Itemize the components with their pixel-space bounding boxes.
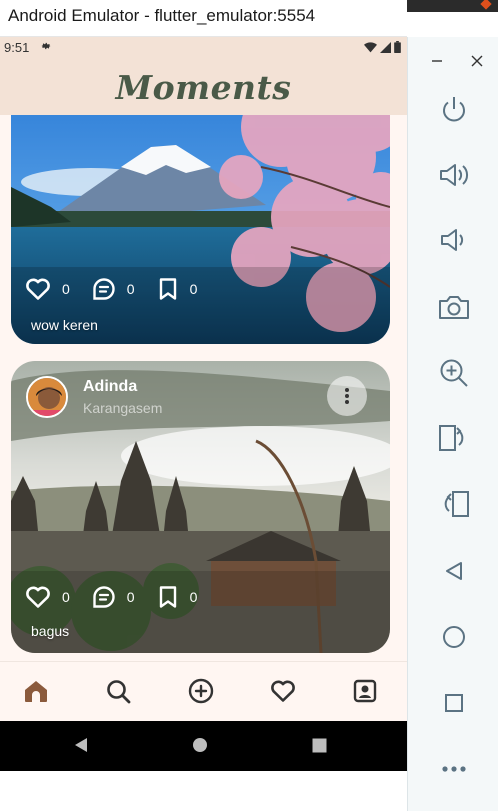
- plus-circle-icon: [188, 678, 214, 704]
- home-button[interactable]: [437, 620, 471, 654]
- emulator-toolbar: [407, 37, 498, 811]
- rotate-left-button[interactable]: [437, 421, 471, 455]
- comment-icon: [93, 586, 115, 608]
- rotate-left-icon: [439, 425, 464, 451]
- volume-up-button[interactable]: [437, 158, 471, 192]
- emulator-title: Android Emulator - flutter_emulator:5554: [8, 6, 316, 25]
- emulator-window: Android Emulator - flutter_emulator:5554…: [0, 0, 407, 771]
- minimize-icon: [432, 60, 442, 62]
- like-button[interactable]: 0: [25, 277, 70, 301]
- post-card[interactable]: 0 0 0 wow keren: [11, 115, 390, 344]
- power-button[interactable]: [437, 92, 471, 126]
- post-caption: wow keren: [31, 317, 98, 333]
- gear-icon: [40, 40, 52, 55]
- background-window-strip: [407, 0, 498, 12]
- home-circle-icon: [443, 626, 465, 648]
- volume-down-button[interactable]: [437, 223, 471, 257]
- app-title: Moments: [115, 67, 292, 107]
- heart-icon: [271, 680, 295, 702]
- more-button[interactable]: [437, 752, 471, 786]
- post-username[interactable]: Adinda: [83, 378, 137, 396]
- zoom-in-icon: [440, 359, 468, 387]
- screenshot-button[interactable]: [437, 290, 471, 324]
- app-header: Moments: [0, 59, 407, 115]
- back-button[interactable]: [437, 554, 471, 588]
- more-icon: [442, 766, 466, 772]
- search-icon: [106, 679, 130, 703]
- more-options-button[interactable]: [327, 376, 367, 416]
- back-triangle-icon: [446, 562, 462, 580]
- bookmark-button[interactable]: 0: [157, 277, 198, 301]
- window-controls: [408, 49, 498, 73]
- comment-count: 0: [126, 589, 135, 605]
- rotate-right-icon: [444, 491, 469, 517]
- bookmark-icon: [159, 586, 176, 608]
- close-icon: [471, 55, 483, 67]
- nav-add-post[interactable]: [186, 676, 216, 706]
- volume-up-icon: [440, 164, 469, 186]
- signal-icon: [380, 41, 391, 53]
- post-location: Karangasem: [83, 400, 163, 416]
- post-actions: 0 0 0: [25, 277, 219, 301]
- bookmark-icon: [159, 278, 176, 300]
- nav-home[interactable]: [21, 676, 51, 706]
- nav-search[interactable]: [103, 676, 133, 706]
- post-actions: 0 0 0: [25, 585, 219, 609]
- phone-screen: 9:51 Moments 0 0 0 wow keren Adinda Kara…: [0, 37, 407, 721]
- post-caption: bagus: [31, 623, 70, 639]
- save-count: 0: [189, 281, 198, 297]
- bookmark-button[interactable]: 0: [157, 585, 198, 609]
- rotate-right-button[interactable]: [437, 487, 471, 521]
- close-button[interactable]: [465, 49, 489, 73]
- comment-icon: [93, 278, 115, 300]
- nav-favorites[interactable]: [268, 676, 298, 706]
- post-card[interactable]: Adinda Karangasem 0 0 0 bagus: [11, 361, 390, 653]
- battery-icon: [394, 41, 401, 53]
- wifi-icon: [364, 41, 377, 52]
- more-vertical-icon: [345, 388, 349, 404]
- overview-square-icon: [445, 694, 463, 712]
- status-icons: [364, 41, 401, 53]
- zoom-button[interactable]: [437, 356, 471, 390]
- like-button[interactable]: 0: [25, 585, 70, 609]
- post-feed[interactable]: 0 0 0 wow keren Adinda Karangasem 0 0 0 …: [0, 115, 407, 661]
- recents-icon: [312, 738, 326, 752]
- system-navigation-bar: [0, 721, 407, 769]
- like-count: 0: [62, 281, 70, 297]
- background-app-icon: [480, 0, 492, 10]
- system-home-button[interactable]: [189, 734, 211, 756]
- like-count: 0: [62, 589, 70, 605]
- back-icon: [75, 738, 87, 752]
- system-back-button[interactable]: [70, 734, 92, 756]
- screen-root: Android Emulator - flutter_emulator:5554…: [0, 0, 498, 811]
- profile-icon: [353, 679, 377, 703]
- bottom-navigation: [0, 661, 407, 721]
- status-time: 9:51: [4, 40, 30, 55]
- home-icon: [25, 681, 47, 702]
- system-recents-button[interactable]: [308, 734, 330, 756]
- camera-icon: [439, 296, 469, 319]
- comment-count: 0: [126, 281, 135, 297]
- overview-button[interactable]: [437, 686, 471, 720]
- home-circle-icon: [193, 738, 207, 752]
- avatar[interactable]: [26, 376, 68, 418]
- save-count: 0: [189, 589, 198, 605]
- comment-button[interactable]: 0: [92, 585, 135, 609]
- nav-profile[interactable]: [350, 676, 380, 706]
- power-icon: [443, 97, 465, 122]
- cherry-blossom-mountain-photo: [11, 115, 390, 344]
- heart-icon: [26, 278, 50, 300]
- emulator-titlebar[interactable]: Android Emulator - flutter_emulator:5554: [0, 0, 407, 37]
- volume-down-icon: [441, 229, 464, 251]
- comment-button[interactable]: 0: [92, 277, 135, 301]
- minimize-button[interactable]: [425, 49, 449, 73]
- status-bar: 9:51: [0, 37, 407, 59]
- heart-icon: [26, 586, 50, 608]
